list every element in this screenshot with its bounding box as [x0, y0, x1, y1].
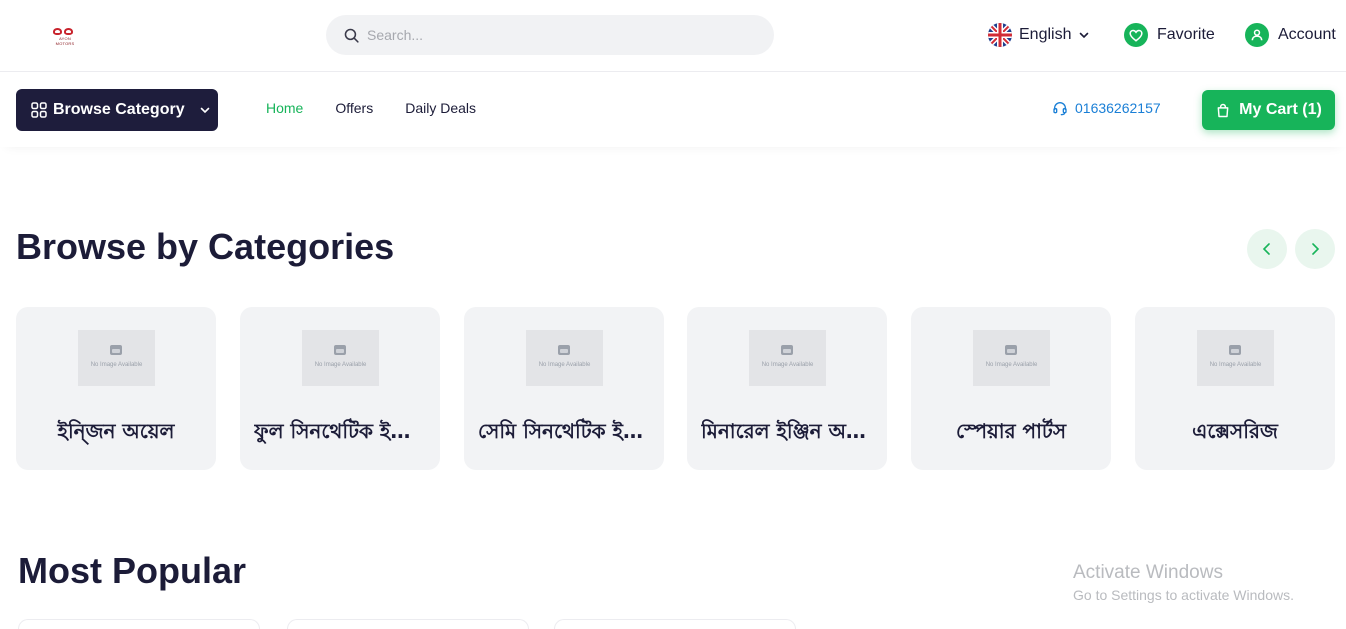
no-image-text: No Image Available	[1209, 362, 1262, 368]
favorite-label: Favorite	[1157, 26, 1215, 43]
nav-link-home[interactable]: Home	[266, 100, 303, 116]
most-popular-heading: Most Popular	[18, 550, 247, 591]
watermark-title: Activate Windows	[1073, 562, 1223, 583]
category-card[interactable]: No Image Available স্পেয়ার পার্টস	[911, 307, 1111, 470]
support-phone[interactable]: 01636262157	[1052, 100, 1161, 116]
no-image-text: No Image Available	[314, 362, 367, 368]
phone-number: 01636262157	[1075, 100, 1161, 116]
chevron-down-icon	[200, 107, 209, 114]
browse-category-label: Browse Category	[53, 101, 185, 118]
image-icon	[334, 345, 346, 355]
browse-category-button[interactable]: Browse Category	[16, 89, 218, 131]
account-label: Account	[1278, 26, 1336, 43]
search-icon	[344, 28, 359, 43]
category-image-placeholder: No Image Available	[749, 330, 826, 386]
product-card[interactable]	[554, 619, 796, 629]
no-image-text: No Image Available	[538, 362, 591, 368]
product-card[interactable]	[18, 619, 260, 629]
no-image-text: No Image Available	[90, 362, 143, 368]
category-card[interactable]: No Image Available মিনারেল ইঞ্জিন অয়েল	[687, 307, 887, 470]
category-label: সেমি সিনথেটিক ইঞ্জিন অয়েল	[478, 419, 650, 443]
logo-mark	[52, 26, 76, 36]
image-icon	[110, 345, 122, 355]
nav-link-offers[interactable]: Offers	[335, 100, 373, 116]
category-label: ফুল সিনথেটিক ইঞ্জিন অয়েল	[254, 419, 426, 443]
carousel-prev-button[interactable]	[1247, 229, 1287, 269]
image-icon	[1005, 345, 1017, 355]
site-logo[interactable]: AYON MOTORS	[50, 26, 80, 46]
category-image-placeholder: No Image Available	[1197, 330, 1274, 386]
search-bar[interactable]	[326, 15, 774, 55]
language-selector[interactable]: English	[988, 22, 1090, 48]
logo-text: AYON MOTORS	[55, 36, 75, 46]
heart-icon	[1124, 23, 1148, 47]
headset-icon	[1053, 102, 1067, 116]
chevron-right-icon	[1312, 243, 1320, 255]
category-label: মিনারেল ইঞ্জিন অয়েল	[701, 419, 873, 443]
category-card[interactable]: No Image Available সেমি সিনথেটিক ইঞ্জিন …	[464, 307, 664, 470]
favorite-link[interactable]: Favorite	[1124, 22, 1215, 48]
chevron-down-icon	[1080, 32, 1089, 39]
grid-icon	[31, 102, 47, 118]
category-image-placeholder: No Image Available	[302, 330, 379, 386]
nav-links: Home Offers Daily Deals	[266, 100, 476, 116]
category-label: ইন্জিন অয়েল	[57, 419, 175, 443]
no-image-text: No Image Available	[761, 362, 814, 368]
category-card[interactable]: No Image Available ফুল সিনথেটিক ইঞ্জিন অ…	[240, 307, 440, 470]
category-image-placeholder: No Image Available	[526, 330, 603, 386]
category-card[interactable]: No Image Available ইন্জিন অয়েল	[16, 307, 216, 470]
category-label: স্পেয়ার পার্টস	[955, 419, 1067, 443]
image-icon	[1229, 345, 1241, 355]
image-icon	[781, 345, 793, 355]
activate-windows-watermark: Activate Windows Go to Settings to activ…	[1073, 562, 1294, 603]
account-link[interactable]: Account	[1245, 22, 1336, 48]
main-navbar: Browse Category Home Offers Daily Deals …	[0, 73, 1346, 147]
category-card[interactable]: No Image Available এক্সেসরিজ	[1135, 307, 1335, 470]
category-image-placeholder: No Image Available	[78, 330, 155, 386]
user-icon	[1245, 23, 1269, 47]
chevron-left-icon	[1262, 243, 1270, 255]
categories-heading: Browse by Categories	[16, 226, 395, 267]
nav-link-daily-deals[interactable]: Daily Deals	[405, 100, 476, 116]
watermark-subtitle: Go to Settings to activate Windows.	[1073, 587, 1294, 603]
uk-flag-icon	[988, 23, 1012, 47]
category-image-placeholder: No Image Available	[973, 330, 1050, 386]
top-header: AYON MOTORS English Favorite Account	[0, 0, 1346, 72]
no-image-text: No Image Available	[985, 362, 1038, 368]
search-input[interactable]	[367, 24, 757, 46]
my-cart-button[interactable]: My Cart (1)	[1202, 90, 1335, 130]
shopping-bag-icon	[1217, 103, 1229, 117]
cart-label: My Cart (1)	[1239, 101, 1322, 118]
carousel-next-button[interactable]	[1295, 229, 1335, 269]
language-label: English	[1019, 26, 1072, 43]
product-card[interactable]	[287, 619, 529, 629]
category-label: এক্সেসরিজ	[1192, 419, 1278, 443]
image-icon	[558, 345, 570, 355]
